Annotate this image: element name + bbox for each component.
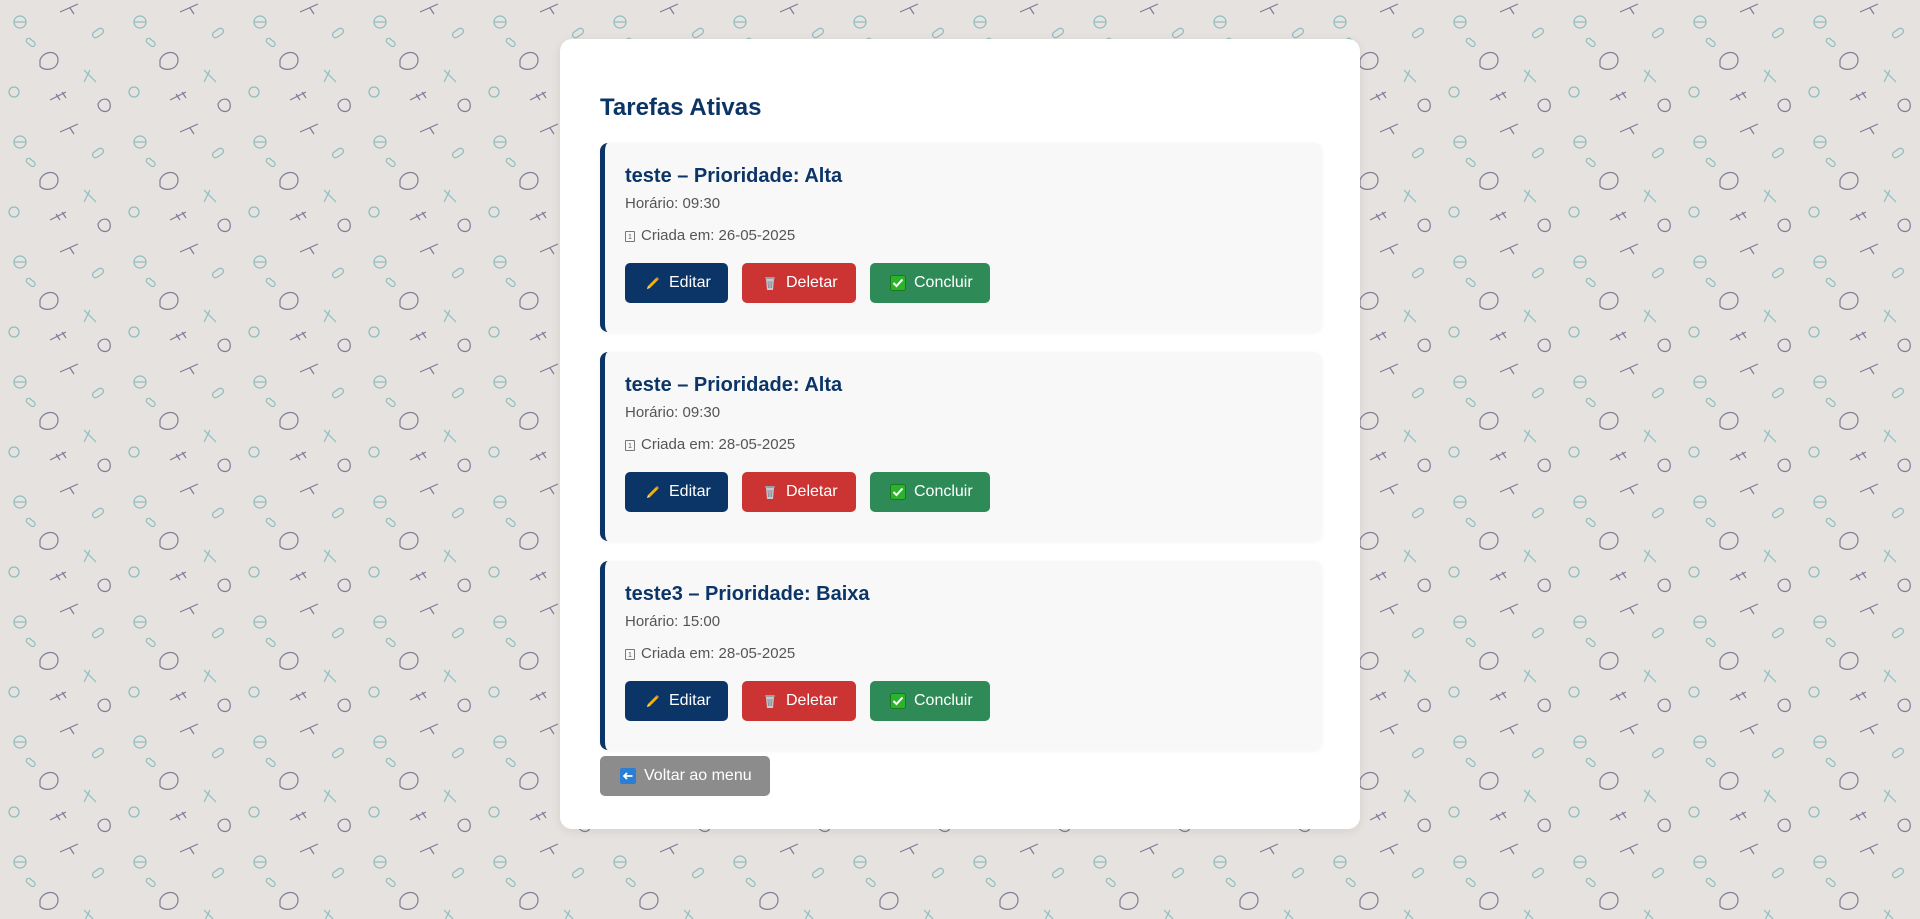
task-list: teste – Prioridade: Alta Horário: 09:30 … (600, 143, 1322, 750)
delete-button-label: Deletar (786, 692, 838, 709)
delete-button[interactable]: Deletar (742, 681, 856, 721)
done-button[interactable]: Concluir (870, 263, 990, 303)
task-created-text: Criada em: 26-05-2025 (641, 227, 796, 244)
task-actions: Editar Deletar Concluir (625, 472, 1322, 512)
task-card: teste – Prioridade: Alta Horário: 09:30 … (600, 143, 1322, 332)
done-button-label: Concluir (914, 274, 973, 291)
check-box-icon (890, 484, 906, 500)
task-time: Horário: 09:30 (625, 195, 721, 212)
task-time: Horário: 09:30 (625, 404, 721, 421)
edit-button[interactable]: Editar (625, 472, 728, 512)
task-created: 1 Criada em: 28-05-2025 (625, 643, 1322, 665)
calendar-icon: 1 (625, 230, 635, 242)
task-title: teste – Prioridade: Alta (625, 165, 843, 187)
delete-button[interactable]: Deletar (742, 472, 856, 512)
task-created-text: Criada em: 28-05-2025 (641, 436, 796, 453)
task-title: teste – Prioridade: Alta (625, 374, 843, 396)
edit-button-label: Editar (669, 483, 711, 500)
done-button-label: Concluir (914, 692, 973, 709)
check-box-icon (890, 275, 906, 291)
calendar-icon: 1 (625, 439, 635, 451)
edit-button-label: Editar (669, 274, 711, 291)
task-created-text: Criada em: 28-05-2025 (641, 645, 796, 662)
calendar-icon: 1 (625, 648, 635, 660)
task-created: 1 Criada em: 26-05-2025 (625, 225, 1322, 247)
done-button[interactable]: Concluir (870, 472, 990, 512)
pencil-icon (645, 693, 661, 709)
done-button[interactable]: Concluir (870, 681, 990, 721)
edit-button-label: Editar (669, 692, 711, 709)
wastebasket-icon (762, 484, 778, 500)
check-box-icon (890, 693, 906, 709)
task-title: teste3 – Prioridade: Baixa (625, 583, 870, 605)
delete-button-label: Deletar (786, 483, 838, 500)
task-card: teste – Prioridade: Alta Horário: 09:30 … (600, 352, 1322, 541)
delete-button[interactable]: Deletar (742, 263, 856, 303)
page-title: Tarefas Ativas (600, 94, 762, 121)
tasks-panel: Tarefas Ativas teste – Prioridade: Alta … (560, 39, 1360, 829)
edit-button[interactable]: Editar (625, 263, 728, 303)
task-actions: Editar Deletar Concluir (625, 263, 1322, 303)
task-card: teste3 – Prioridade: Baixa Horário: 15:0… (600, 561, 1322, 750)
pencil-icon (645, 484, 661, 500)
back-to-menu-label: Voltar ao menu (644, 767, 752, 784)
edit-button[interactable]: Editar (625, 681, 728, 721)
back-to-menu-button[interactable]: Voltar ao menu (600, 756, 770, 796)
task-time: Horário: 15:00 (625, 613, 721, 630)
wastebasket-icon (762, 693, 778, 709)
done-button-label: Concluir (914, 483, 973, 500)
wastebasket-icon (762, 275, 778, 291)
task-created: 1 Criada em: 28-05-2025 (625, 434, 1322, 456)
delete-button-label: Deletar (786, 274, 838, 291)
task-actions: Editar Deletar Concluir (625, 681, 1322, 721)
left-arrow-icon (620, 768, 636, 784)
pencil-icon (645, 275, 661, 291)
